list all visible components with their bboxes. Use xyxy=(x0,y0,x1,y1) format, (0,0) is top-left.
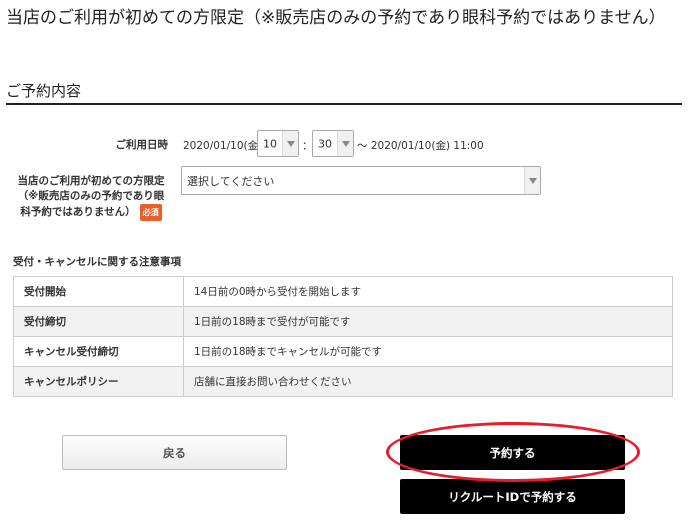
notice-key: 受付開始 xyxy=(13,276,184,307)
notice-value: 1日前の18時まで受付が可能です xyxy=(183,306,673,337)
notice-value: 14日前の0時から受付を開始します xyxy=(183,276,673,307)
section-title: ご予約内容 xyxy=(6,82,82,100)
first-time-select-value: 選択してください xyxy=(187,174,275,188)
date-start-text: 2020/01/10(金) xyxy=(183,140,263,152)
notice-table: 受付開始 14日前の0時から受付を開始します 受付締切 1日前の18時まで受付が… xyxy=(13,276,673,397)
hour-select[interactable]: 10 xyxy=(257,130,299,157)
table-row: キャンセルポリシー 店舗に直接お問い合わせください xyxy=(13,366,673,397)
required-badge: 必須 xyxy=(139,204,162,221)
notice-value: 店舗に直接お問い合わせください xyxy=(183,366,673,397)
first-time-label: 当店のご利用が初めての方限定（※販売店のみの予約であり眼科予約ではありません）必… xyxy=(14,174,168,221)
chevron-down-icon xyxy=(524,167,540,194)
notice-key: 受付締切 xyxy=(13,306,184,337)
date-end-text: ～ 2020/01/10(金) 11:00 xyxy=(357,140,484,152)
chevron-down-icon xyxy=(282,131,298,156)
notice-value: 1日前の18時までキャンセルが可能です xyxy=(183,336,673,367)
reserve-button[interactable]: 予約する xyxy=(400,435,625,470)
hour-value: 10 xyxy=(263,137,277,150)
section-divider xyxy=(6,103,682,105)
back-button[interactable]: 戻る xyxy=(62,435,287,470)
first-time-select[interactable]: 選択してください xyxy=(181,166,541,195)
notice-key: キャンセル受付締切 xyxy=(13,336,184,367)
table-row: キャンセル受付締切 1日前の18時までキャンセルが可能です xyxy=(13,336,673,367)
table-row: 受付開始 14日前の0時から受付を開始します xyxy=(13,276,673,307)
minute-select[interactable]: 30 xyxy=(312,130,354,157)
notice-title: 受付・キャンセルに関する注意事項 xyxy=(13,256,181,268)
date-label: ご利用日時 xyxy=(115,139,169,151)
minute-value: 30 xyxy=(318,137,332,150)
table-row: 受付締切 1日前の18時まで受付が可能です xyxy=(13,306,673,337)
time-separator: ： xyxy=(302,140,313,152)
chevron-down-icon xyxy=(337,131,353,156)
notice-key: キャンセルポリシー xyxy=(13,366,184,397)
page-title: 当店のご利用が初めての方限定（※販売店のみの予約であり眼科予約ではありません） xyxy=(6,8,666,28)
recruit-id-reserve-button[interactable]: リクルートIDで予約する xyxy=(400,479,625,514)
